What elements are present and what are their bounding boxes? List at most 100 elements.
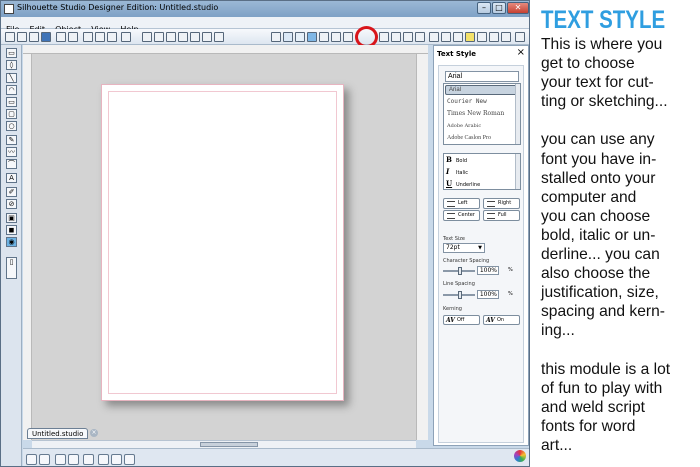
transform-icon[interactable] — [379, 32, 389, 42]
line-color-icon[interactable] — [319, 32, 329, 42]
text-tool-icon[interactable]: A — [6, 173, 17, 183]
font-list[interactable]: Arial Courier New Times New Roman Adobe … — [443, 83, 521, 145]
font-item-courier[interactable]: Courier New — [444, 96, 520, 108]
vertical-scrollbar[interactable] — [416, 54, 428, 440]
rounded-rectangle-tool-icon[interactable]: ▢ — [6, 109, 17, 119]
sketch-icon[interactable] — [465, 32, 475, 42]
save-icon[interactable] — [29, 32, 39, 42]
smooth-freehand-tool-icon[interactable]: ⌒ — [6, 159, 17, 169]
format-scrollbar[interactable] — [515, 154, 520, 189]
make-compound-icon[interactable] — [55, 454, 66, 465]
italic-option[interactable]: I Italic — [446, 167, 514, 178]
freehand-tool-icon[interactable]: 〰 — [6, 147, 17, 157]
undo-icon[interactable] — [121, 32, 131, 42]
horizontal-scroll-thumb[interactable] — [200, 442, 258, 447]
font-item-arial[interactable]: Arial — [445, 85, 519, 95]
kerning-off-button[interactable]: AV Off — [443, 315, 480, 325]
fill-color-icon[interactable] — [307, 32, 317, 42]
cut-settings-icon[interactable] — [68, 32, 78, 42]
font-item-adobe-caslon[interactable]: Adobe Caslon Pro — [444, 132, 520, 144]
justify-left-button[interactable]: Left — [443, 198, 480, 209]
bring-forward-icon[interactable] — [111, 454, 122, 465]
font-search-input[interactable]: Arial — [445, 71, 519, 82]
zoom-out-icon[interactable] — [154, 32, 164, 42]
edit-points-icon[interactable]: ◊ — [6, 60, 17, 70]
copy-icon[interactable] — [95, 32, 105, 42]
line-tool-icon[interactable]: ╲ — [6, 73, 17, 83]
cut-icon[interactable] — [83, 32, 93, 42]
modify-icon[interactable] — [403, 32, 413, 42]
layers-tool-icon[interactable]: ▯ — [6, 257, 17, 279]
grid-settings-icon[interactable] — [283, 32, 293, 42]
duplicate-icon[interactable] — [83, 454, 94, 465]
rectangle-tool-icon[interactable]: ▭ — [6, 97, 17, 107]
ungroup-icon[interactable] — [39, 454, 50, 465]
character-spacing-field[interactable]: 100% — [477, 266, 499, 275]
trace-icon[interactable] — [429, 32, 439, 42]
scale-icon[interactable] — [489, 32, 499, 42]
close-tab-icon[interactable]: × — [90, 429, 98, 437]
font-list-scrollbar[interactable] — [515, 84, 520, 144]
zoom-in-icon[interactable] — [142, 32, 152, 42]
font-item-adobe-arabic[interactable]: Adobe Arabic — [444, 120, 520, 132]
cut-style-icon[interactable] — [343, 32, 353, 42]
zoom-custom-icon[interactable] — [214, 32, 224, 42]
zoom-page-icon[interactable] — [202, 32, 212, 42]
rotate-icon[interactable] — [477, 32, 487, 42]
ellipse-tool-icon[interactable]: ○ — [6, 121, 17, 131]
character-spacing-knob[interactable] — [458, 267, 462, 275]
document-tab[interactable]: Untitled.studio — [27, 428, 89, 439]
zoom-select-icon[interactable] — [166, 32, 176, 42]
pan-icon[interactable] — [178, 32, 188, 42]
bold-option[interactable]: B Bold — [446, 155, 514, 166]
kerning-on-button[interactable]: AV On — [483, 315, 520, 325]
justify-full-label: Full — [498, 212, 507, 218]
nest-icon[interactable] — [453, 32, 463, 42]
print-icon[interactable] — [56, 32, 66, 42]
silhouette-logo-icon[interactable] — [514, 450, 526, 462]
line-spacing-knob[interactable] — [458, 291, 462, 299]
text-size-select[interactable]: 72pt ▼ — [443, 243, 485, 253]
fill-tool-icon[interactable]: ▣ — [6, 213, 17, 223]
page-settings-icon[interactable] — [271, 32, 281, 42]
underline-option[interactable]: U Underline — [446, 179, 514, 190]
library-icon[interactable] — [41, 32, 51, 42]
line-spacing-field[interactable]: 100% — [477, 290, 499, 299]
registration-marks-icon[interactable] — [295, 32, 305, 42]
store-icon[interactable] — [515, 32, 525, 42]
justify-full-button[interactable]: Full — [483, 210, 520, 221]
select-tool-icon[interactable]: ▭ — [6, 48, 17, 58]
move-icon[interactable] — [501, 32, 511, 42]
send-backward-icon[interactable] — [124, 454, 135, 465]
horizontal-scrollbar[interactable] — [32, 440, 416, 448]
fit-to-window-icon[interactable] — [190, 32, 200, 42]
new-document-icon[interactable] — [5, 32, 15, 42]
group-icon[interactable] — [26, 454, 37, 465]
paste-icon[interactable] — [107, 32, 117, 42]
release-compound-icon[interactable] — [68, 454, 79, 465]
delete-icon[interactable] — [98, 454, 109, 465]
line-spacing-slider[interactable] — [443, 291, 475, 299]
font-item-times[interactable]: Times New Roman — [444, 108, 520, 120]
design-canvas[interactable] — [32, 54, 416, 440]
eraser-tool-icon[interactable]: ✐ — [6, 187, 17, 197]
curve-tool-icon[interactable]: ◠ — [6, 85, 17, 95]
minimize-button[interactable]: – — [477, 2, 491, 14]
open-icon[interactable] — [17, 32, 27, 42]
justify-right-button[interactable]: Right — [483, 198, 520, 209]
character-spacing-slider[interactable] — [443, 267, 475, 275]
globe-tool-icon[interactable]: ◉ — [6, 237, 17, 247]
line-style-icon[interactable] — [331, 32, 341, 42]
polygon-tool-icon[interactable]: ✎ — [6, 135, 17, 145]
cutting-mat-page[interactable] — [101, 84, 344, 401]
replicate-icon[interactable] — [391, 32, 401, 42]
sketch-tool-icon[interactable]: ◼ — [6, 225, 17, 235]
close-button[interactable]: ✕ — [507, 2, 529, 14]
justify-center-button[interactable]: Center — [443, 210, 480, 221]
maximize-button[interactable]: □ — [492, 2, 506, 14]
offset-icon[interactable] — [415, 32, 425, 42]
align-icon[interactable] — [441, 32, 451, 42]
title-bar[interactable]: Silhouette Studio Designer Edition: Unti… — [1, 1, 529, 17]
panel-close-icon[interactable]: × — [517, 47, 525, 59]
knife-tool-icon[interactable]: ⊘ — [6, 199, 17, 209]
